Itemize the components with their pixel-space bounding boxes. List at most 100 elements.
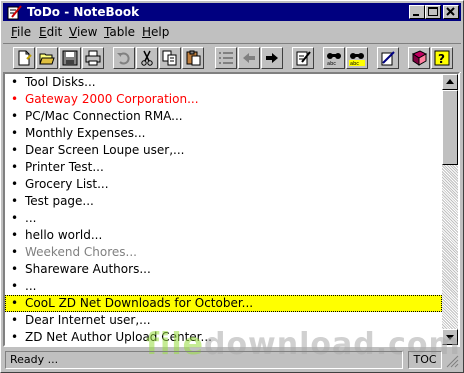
open-button[interactable] bbox=[36, 47, 58, 69]
status-mode: TOC bbox=[408, 351, 442, 369]
list-item[interactable]: • Shareware Authors... bbox=[5, 261, 442, 278]
help-question-icon: ? bbox=[434, 50, 450, 66]
scissors-icon bbox=[141, 50, 153, 66]
list-item-text: ... bbox=[25, 279, 37, 293]
list-item-text: PC/Mac Connection RMA... bbox=[25, 109, 183, 123]
new-note-icon bbox=[18, 50, 32, 66]
notebook-button[interactable] bbox=[377, 47, 399, 69]
list-item[interactable]: • hello world... bbox=[5, 227, 442, 244]
svg-text:abc: abc bbox=[350, 61, 359, 66]
svg-text:abc: abc bbox=[327, 61, 336, 66]
binoculars-abc-icon: abc bbox=[327, 53, 341, 66]
bullet-icon: • bbox=[11, 262, 19, 276]
menu-edit[interactable]: Edit bbox=[39, 25, 62, 39]
list-item[interactable]: • CooL ZD Net Downloads for October... bbox=[5, 295, 442, 312]
cut-button[interactable] bbox=[136, 47, 158, 69]
copy-icon bbox=[162, 50, 177, 66]
printer-icon bbox=[85, 50, 101, 66]
scroll-up-button[interactable] bbox=[442, 74, 458, 90]
menu-help[interactable]: Help bbox=[142, 25, 169, 39]
book-icon bbox=[411, 50, 427, 66]
maximize-button[interactable] bbox=[425, 5, 441, 19]
copy-button[interactable] bbox=[159, 47, 181, 69]
menu-file[interactable]: File bbox=[11, 25, 31, 39]
list-item[interactable]: • Grocery List... bbox=[5, 176, 442, 193]
list-item-text: Weekend Chores... bbox=[25, 245, 137, 259]
list-item[interactable]: • Monthly Expenses... bbox=[5, 125, 442, 142]
list-item[interactable]: • Weekend Chores... bbox=[5, 244, 442, 261]
back-button[interactable] bbox=[238, 47, 260, 69]
bullet-icon: • bbox=[11, 330, 19, 344]
bullet-icon: • bbox=[11, 296, 19, 310]
list-item[interactable]: • Test page... bbox=[5, 193, 442, 210]
app-window: ToDo - NoteBook File Edit View Table Hel… bbox=[0, 0, 464, 373]
close-button[interactable] bbox=[443, 5, 459, 19]
list-item-text: ... bbox=[25, 211, 37, 225]
list-item[interactable]: • Printer Test... bbox=[5, 159, 442, 176]
list-item-text: Shareware Authors... bbox=[25, 262, 151, 276]
list-item-text: Printer Test... bbox=[25, 160, 104, 174]
menu-table[interactable]: Table bbox=[104, 25, 135, 39]
edit-note-icon bbox=[296, 51, 311, 66]
list-item-text: Tool Disks... bbox=[25, 75, 96, 89]
arrow-left-icon bbox=[243, 53, 255, 63]
notebook-pen-icon bbox=[381, 51, 395, 66]
find-next-button[interactable]: abc bbox=[346, 47, 368, 69]
list-item[interactable]: • Tool Disks... bbox=[5, 74, 442, 91]
list-button[interactable] bbox=[215, 47, 237, 69]
minimize-button[interactable] bbox=[409, 5, 425, 19]
forward-button[interactable] bbox=[261, 47, 283, 69]
save-button[interactable] bbox=[59, 47, 81, 69]
notes-list-pane: • Tool Disks... • Gateway 2000 Corporation.… bbox=[3, 72, 460, 347]
list-item-text: Test page... bbox=[25, 194, 94, 208]
bullet-icon: • bbox=[11, 228, 19, 242]
vertical-scrollbar[interactable] bbox=[442, 74, 458, 345]
bullet-icon: • bbox=[11, 313, 19, 327]
status-bar: Ready ... TOC bbox=[3, 350, 461, 370]
notes-list: • Tool Disks... • Gateway 2000 Corporation.… bbox=[5, 74, 442, 345]
arrow-up-icon bbox=[446, 79, 454, 84]
bullet-icon: • bbox=[11, 194, 19, 208]
title-bar: ToDo - NoteBook bbox=[3, 3, 461, 21]
resize-grip-icon[interactable] bbox=[446, 355, 459, 368]
paste-icon bbox=[186, 50, 201, 66]
bullet-icon: • bbox=[11, 92, 19, 106]
find-button[interactable]: abc bbox=[323, 47, 345, 69]
list-item[interactable]: • PC/Mac Connection RMA... bbox=[5, 108, 442, 125]
list-item-text: Gateway 2000 Corporation... bbox=[25, 92, 199, 106]
list-item-text: Grocery List... bbox=[25, 177, 109, 191]
arrow-right-icon bbox=[266, 53, 278, 63]
list-item-text: Dear Screen Loupe user,... bbox=[25, 143, 185, 157]
floppy-disk-icon bbox=[62, 50, 78, 66]
help-button[interactable]: ? bbox=[431, 47, 453, 69]
list-item-text: Monthly Expenses... bbox=[25, 126, 146, 140]
list-item[interactable]: •... bbox=[5, 278, 442, 295]
scroll-thumb[interactable] bbox=[442, 90, 458, 165]
bullet-icon: • bbox=[11, 109, 19, 123]
list-item[interactable]: •... bbox=[5, 210, 442, 227]
undo-button[interactable] bbox=[113, 47, 135, 69]
svg-text:?: ? bbox=[438, 52, 445, 66]
window-title: ToDo - NoteBook bbox=[27, 5, 140, 19]
binoculars-next-icon: abc bbox=[349, 53, 365, 66]
edit-note-button[interactable] bbox=[292, 47, 314, 69]
menu-view[interactable]: View bbox=[69, 25, 97, 39]
bullet-icon: • bbox=[11, 143, 19, 157]
status-text: Ready ... bbox=[5, 351, 403, 369]
notebook-app-icon[interactable] bbox=[6, 4, 22, 20]
list-item[interactable]: • Gateway 2000 Corporation... bbox=[5, 91, 442, 108]
print-button[interactable] bbox=[82, 47, 104, 69]
new-note-button[interactable] bbox=[13, 47, 35, 69]
bullet-icon: • bbox=[11, 279, 19, 293]
open-folder-icon bbox=[39, 53, 55, 65]
list-item-text: hello world... bbox=[25, 228, 103, 242]
list-item-text: CooL ZD Net Downloads for October... bbox=[25, 296, 254, 310]
list-icon bbox=[219, 52, 233, 64]
toolbar: abc abc ? bbox=[3, 43, 461, 73]
bullet-icon: • bbox=[11, 160, 19, 174]
list-item[interactable]: • Dear Screen Loupe user,... bbox=[5, 142, 442, 159]
bullet-icon: • bbox=[11, 245, 19, 259]
paste-button[interactable] bbox=[182, 47, 204, 69]
book-button[interactable] bbox=[408, 47, 430, 69]
bullet-icon: • bbox=[11, 75, 19, 89]
